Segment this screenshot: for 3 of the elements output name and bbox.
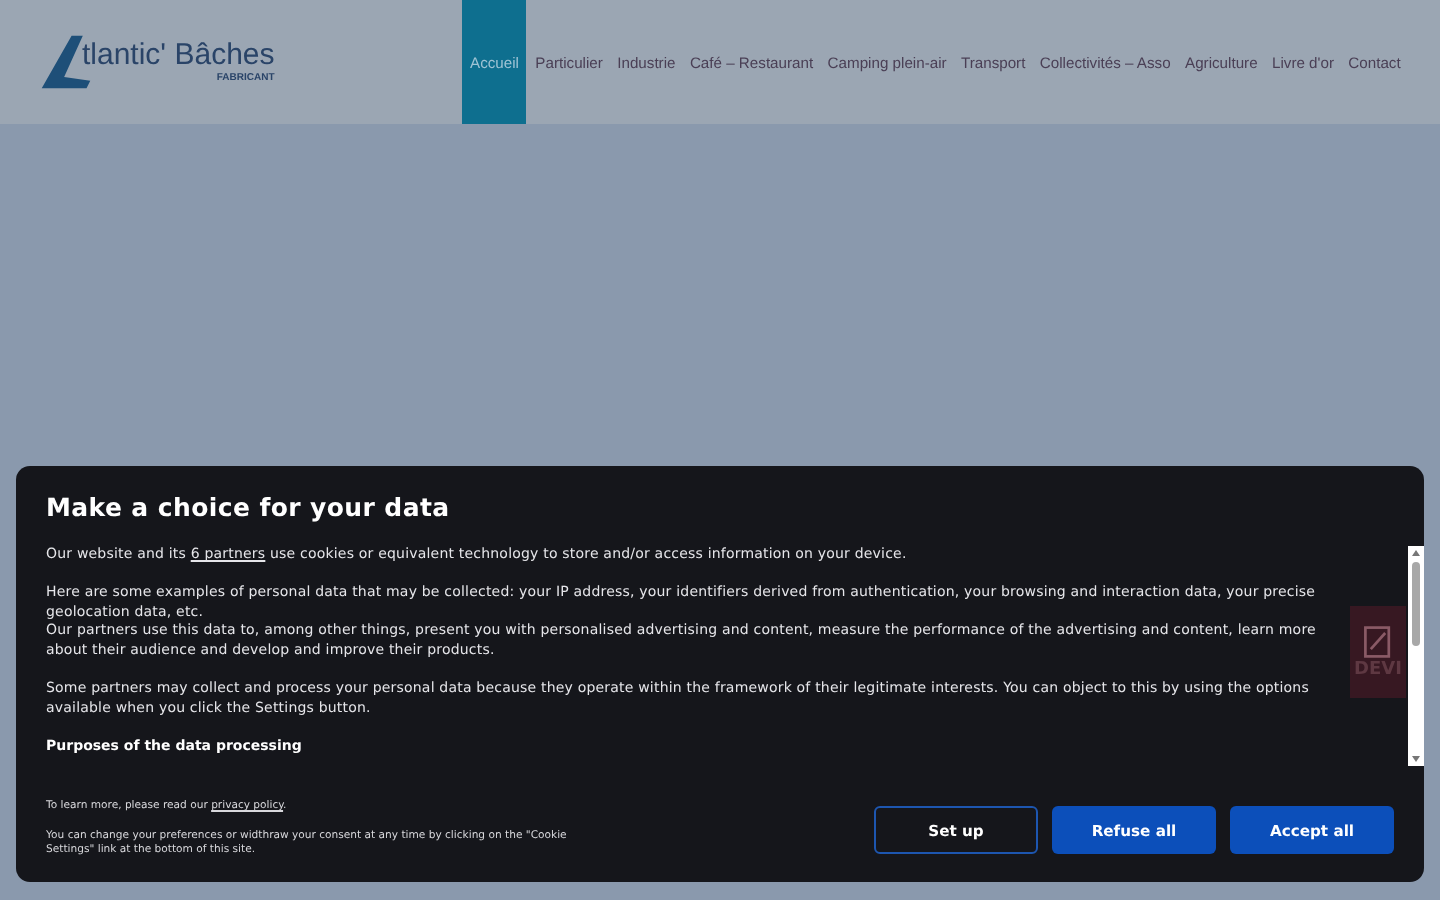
dialog-title: Make a choice for your data xyxy=(46,492,452,522)
scrollbar[interactable] xyxy=(1408,546,1424,766)
logo-name: tlantic' Bâches xyxy=(82,39,275,71)
